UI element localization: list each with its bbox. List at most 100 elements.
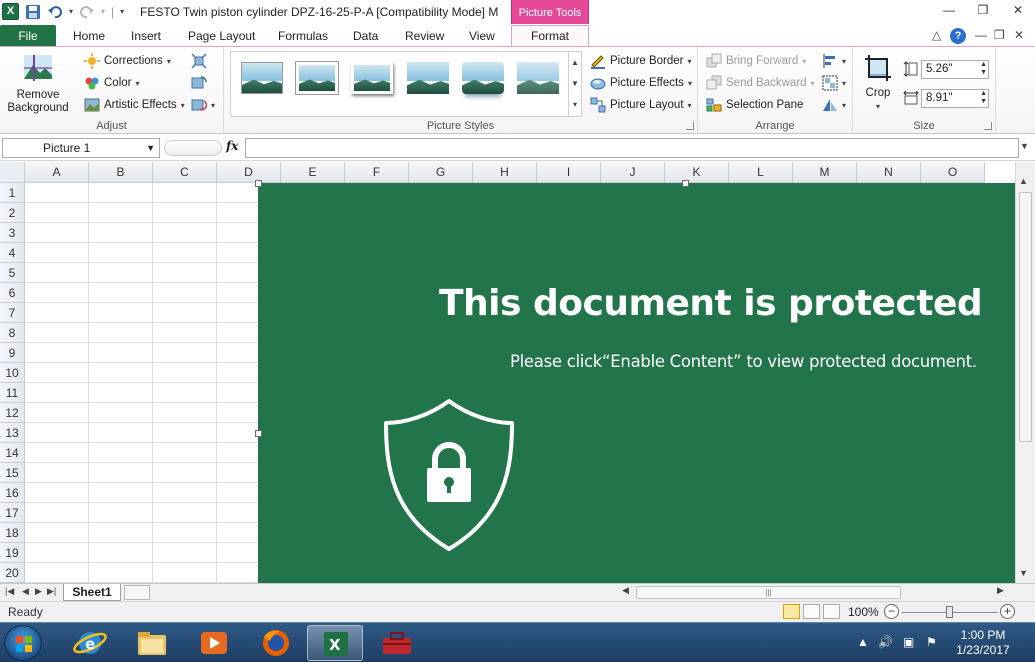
formula-input[interactable] — [245, 138, 1019, 158]
customize-qat-icon[interactable]: ▾ — [120, 7, 124, 16]
row-header-7[interactable]: 7 — [0, 303, 25, 323]
tab-file[interactable]: File — [0, 25, 56, 47]
page-layout-view-icon[interactable] — [803, 604, 820, 619]
name-box[interactable]: Picture 1 ▼ — [2, 138, 160, 158]
picture-effects-button[interactable]: Picture Effects ▾ — [590, 75, 692, 91]
column-header-d[interactable]: D — [217, 162, 281, 183]
tab-review[interactable]: Review — [405, 29, 444, 43]
page-break-view-icon[interactable] — [823, 604, 840, 619]
align-button[interactable]: ▾ — [822, 53, 846, 69]
picture-resize-handle-top-left[interactable] — [255, 180, 262, 187]
row-header-12[interactable]: 12 — [0, 403, 25, 423]
close-icon[interactable]: ✕ — [1007, 3, 1029, 19]
name-box-dropdown-icon[interactable]: ▼ — [146, 139, 155, 157]
media-player-icon[interactable] — [186, 625, 242, 661]
row-header-3[interactable]: 3 — [0, 223, 25, 243]
artistic-effects-button[interactable]: Artistic Effects ▾ — [84, 97, 185, 113]
row-header-15[interactable]: 15 — [0, 463, 25, 483]
column-header-f[interactable]: F — [345, 162, 409, 183]
show-hidden-icons-icon[interactable]: ▲ — [857, 635, 869, 649]
save-icon[interactable] — [25, 4, 41, 20]
column-header-h[interactable]: H — [473, 162, 537, 183]
help-icon[interactable]: ? — [950, 28, 966, 44]
picture-style-thumb-1[interactable] — [241, 62, 283, 94]
zoom-out-icon[interactable]: − — [884, 604, 899, 619]
tab-format[interactable]: Format — [511, 25, 589, 48]
row-header-10[interactable]: 10 — [0, 363, 25, 383]
gallery-scroll-down-icon[interactable]: ▼ — [568, 73, 581, 94]
selection-pane-button[interactable]: Selection Pane — [706, 97, 803, 113]
horizontal-scroll-thumb[interactable]: ||| — [636, 586, 901, 599]
row-header-14[interactable]: 14 — [0, 443, 25, 463]
column-header-e[interactable]: E — [281, 162, 345, 183]
row-header-11[interactable]: 11 — [0, 383, 25, 403]
picture-styles-launcher-icon[interactable] — [686, 122, 694, 130]
column-header-k[interactable]: K — [665, 162, 729, 183]
remove-background-button[interactable]: Remove Background — [4, 53, 72, 115]
vertical-scroll-thumb[interactable] — [1019, 192, 1032, 442]
prev-sheet-icon[interactable]: ◀ — [22, 586, 29, 597]
action-center-icon[interactable]: ⚑ — [926, 635, 937, 649]
tab-formulas[interactable]: Formulas — [278, 29, 328, 43]
row-header-19[interactable]: 19 — [0, 543, 25, 563]
tab-page-layout[interactable]: Page Layout — [188, 29, 255, 43]
last-sheet-icon[interactable]: ▶| — [47, 586, 56, 597]
normal-view-icon[interactable] — [783, 604, 800, 619]
rotate-button[interactable]: ▾ — [822, 97, 846, 113]
scroll-right-icon[interactable]: ▶ — [997, 585, 1004, 596]
expand-formula-bar-icon[interactable]: ▼ — [1020, 141, 1029, 151]
first-sheet-icon[interactable]: |◀ — [5, 586, 14, 597]
gallery-more-icon[interactable]: ▾ — [568, 94, 581, 116]
workbook-restore-icon[interactable]: ❐ — [994, 28, 1005, 42]
group-objects-button[interactable]: ▾ — [822, 75, 846, 91]
row-header-2[interactable]: 2 — [0, 203, 25, 223]
column-header-m[interactable]: M — [793, 162, 857, 183]
picture-border-button[interactable]: Picture Border ▾ — [590, 53, 692, 69]
taskbar-clock[interactable]: 1:00 PM 1/23/2017 — [950, 628, 1016, 658]
column-header-l[interactable]: L — [729, 162, 793, 183]
restore-icon[interactable]: ❐ — [972, 3, 994, 19]
row-header-16[interactable]: 16 — [0, 483, 25, 503]
column-header-a[interactable]: A — [25, 162, 89, 183]
corrections-button[interactable]: Corrections ▾ — [84, 53, 171, 69]
shape-width-input[interactable]: 8.91" ▲ ▼ — [921, 89, 989, 108]
row-header-17[interactable]: 17 — [0, 503, 25, 523]
row-header-1[interactable]: 1 — [0, 183, 25, 203]
file-explorer-icon[interactable] — [124, 625, 180, 661]
excel-app-icon[interactable]: X — [2, 3, 19, 20]
row-header-8[interactable]: 8 — [0, 323, 25, 343]
select-all-corner[interactable] — [0, 162, 25, 183]
minimize-icon[interactable]: — — [938, 3, 960, 19]
size-launcher-icon[interactable] — [984, 122, 992, 130]
zoom-level[interactable]: 100% — [848, 605, 879, 619]
column-header-n[interactable]: N — [857, 162, 921, 183]
scroll-left-icon[interactable]: ◀ — [622, 585, 629, 596]
row-header-5[interactable]: 5 — [0, 263, 25, 283]
firefox-icon[interactable] — [248, 625, 304, 661]
color-button[interactable]: Color ▾ — [84, 75, 140, 91]
undo-icon[interactable] — [47, 4, 63, 20]
picture-style-thumb-4[interactable] — [407, 62, 449, 94]
vertical-scrollbar[interactable]: ▲ ▼ — [1015, 162, 1035, 583]
network-error-icon[interactable]: ▣ — [903, 635, 914, 649]
column-header-c[interactable]: C — [153, 162, 217, 183]
toolbox-app-icon[interactable] — [369, 625, 425, 661]
change-picture-icon[interactable] — [191, 75, 207, 91]
start-button-icon[interactable] — [4, 625, 42, 661]
next-sheet-icon[interactable]: ▶ — [35, 586, 42, 597]
shape-width-spinner-icon[interactable]: ▲ ▼ — [980, 90, 987, 106]
picture-style-thumb-3[interactable] — [351, 62, 393, 94]
workbook-close-icon[interactable]: ✕ — [1014, 28, 1024, 42]
column-header-b[interactable]: B — [89, 162, 153, 183]
excel-taskbar-icon[interactable]: X — [307, 625, 363, 661]
workbook-minimize-icon[interactable]: — — [975, 28, 987, 42]
row-header-20[interactable]: 20 — [0, 563, 25, 583]
tab-view[interactable]: View — [469, 29, 495, 43]
reset-picture-button[interactable]: ▾ — [191, 97, 215, 113]
compress-pictures-icon[interactable] — [191, 53, 207, 69]
sheet-tab-sheet1[interactable]: Sheet1 — [63, 584, 121, 601]
picture-resize-handle-left[interactable] — [255, 430, 262, 437]
minimize-ribbon-icon[interactable]: △ — [932, 28, 941, 42]
tab-home[interactable]: Home — [73, 29, 105, 43]
gallery-scroll-up-icon[interactable]: ▲ — [568, 52, 581, 73]
